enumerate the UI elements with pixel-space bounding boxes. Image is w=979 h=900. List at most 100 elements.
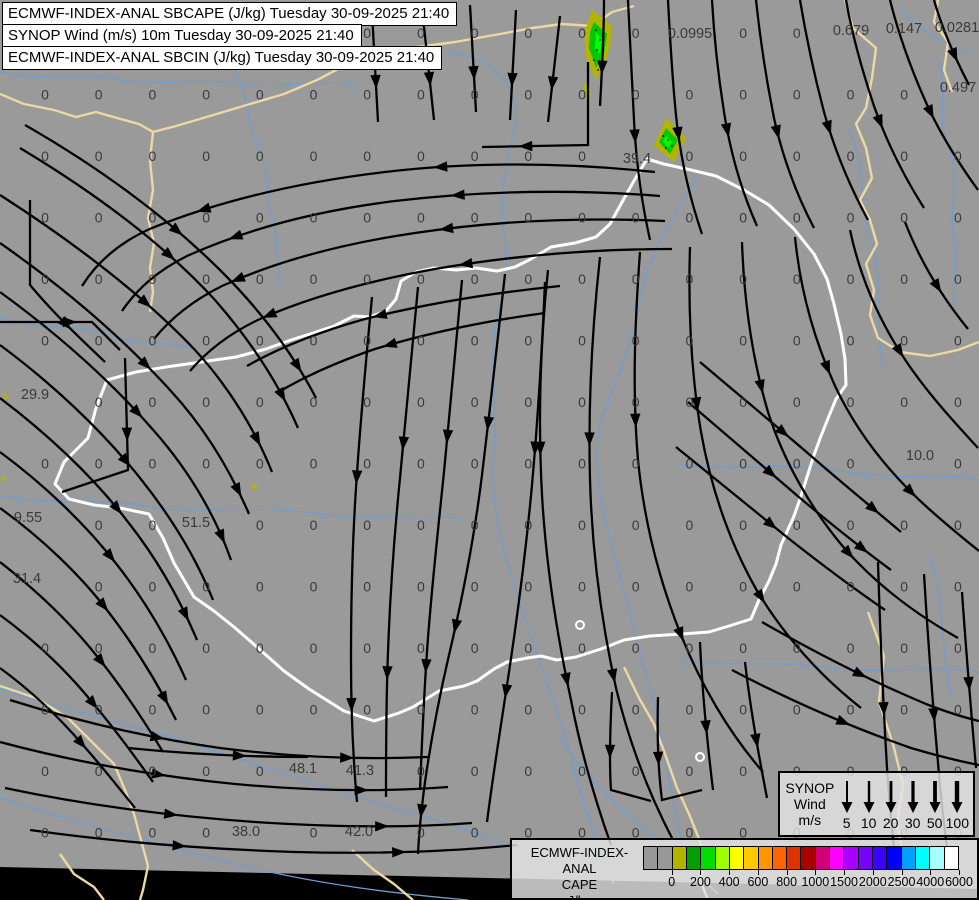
- grid-zero-value: 0: [686, 210, 694, 226]
- cape-color-cell: [815, 847, 831, 869]
- grid-zero-value: 0: [793, 702, 801, 718]
- grid-zero-value: 0: [471, 333, 479, 349]
- grid-zero-value: 0: [310, 148, 318, 164]
- grid-zero-value: 0: [149, 702, 157, 718]
- grid-zero-value: 0: [202, 333, 210, 349]
- grid-zero-value: 0: [363, 394, 371, 410]
- grid-zero-value: 0: [95, 517, 103, 533]
- grid-zero-value: 0: [524, 210, 532, 226]
- grid-zero-value: 0: [363, 702, 371, 718]
- cape-color-cell: [658, 847, 673, 869]
- wind-arrow-icon: [885, 780, 897, 813]
- cape-tick-value: 4000: [916, 875, 945, 889]
- grid-zero-value: 0: [363, 579, 371, 595]
- grid-zero-value: 0: [793, 333, 801, 349]
- grid-index-value: 38.0: [232, 824, 260, 840]
- cape-color-cell: [701, 847, 716, 869]
- grid-zero-value: 0: [149, 148, 157, 164]
- synop-scale-item: 100: [946, 778, 969, 831]
- grid-zero-value: 0: [632, 763, 640, 779]
- grid-zero-value: 0: [95, 763, 103, 779]
- cape-color-cell: [858, 847, 873, 869]
- grid-zero-value: 0: [41, 456, 49, 472]
- grid-zero-value: 0: [363, 271, 371, 287]
- grid-zero-value: 0: [954, 333, 962, 349]
- grid-zero-value: 0: [41, 87, 49, 103]
- wind-arrow-icon: [841, 780, 853, 813]
- grid-zero-value: 0: [900, 579, 908, 595]
- grid-index-value: 0.497: [940, 80, 976, 96]
- grid-zero-value: 0: [310, 825, 318, 841]
- synop-legend-title-line2: Wind: [793, 796, 826, 812]
- grid-zero-value: 0: [202, 148, 210, 164]
- grid-zero-value: 0: [578, 25, 586, 41]
- grid-zero-value: 0: [256, 456, 264, 472]
- grid-zero-value: 0: [202, 640, 210, 656]
- grid-zero-value: 0: [686, 517, 694, 533]
- grid-zero-value: 0: [578, 210, 586, 226]
- cape-tick-value: 1000: [801, 875, 830, 889]
- grid-zero-value: 0: [95, 825, 103, 841]
- cape-color-cell: [901, 847, 916, 869]
- grid-zero-value: 0: [149, 825, 157, 841]
- grid-zero-value: 0: [417, 148, 425, 164]
- cape-color-cell: [729, 847, 745, 869]
- grid-zero-value: 0: [578, 702, 586, 718]
- grid-zero-value: 0: [41, 271, 49, 287]
- grid-zero-value: 0: [41, 825, 49, 841]
- grid-zero-value: 0: [578, 517, 586, 533]
- cape-colorbar: 0 200 400 600 800 1000 1500 2000 2500 4000 6000: [643, 846, 973, 896]
- grid-zero-value: 0: [310, 702, 318, 718]
- grid-zero-value: 0: [149, 394, 157, 410]
- grid-zero-value: 0: [632, 517, 640, 533]
- grid-zero-value: 0: [739, 25, 747, 41]
- grid-zero-value: 0: [149, 87, 157, 103]
- grid-zero-value: 0: [417, 25, 425, 41]
- grid-index-value: 0.0281: [935, 20, 979, 36]
- cape-tick-value: 2000: [858, 875, 887, 889]
- title-sbcin-label: ECMWF-INDEX-ANAL SBCIN (J/kg) Tuesday 30…: [2, 46, 443, 70]
- grid-zero-value: 0: [686, 456, 694, 472]
- grid-zero-value: 0: [256, 394, 264, 410]
- grid-zero-value: 0: [900, 333, 908, 349]
- grid-zero-value: 0: [256, 702, 264, 718]
- grid-zero-value: 0: [202, 579, 210, 595]
- grid-zero-value: 0: [900, 394, 908, 410]
- grid-zero-value: 0: [739, 640, 747, 656]
- grid-zero-value: 0: [578, 579, 586, 595]
- cape-color-cell: [944, 847, 958, 869]
- grid-zero-value: 0: [363, 456, 371, 472]
- grid-zero-value: 0: [739, 148, 747, 164]
- grid-zero-value: 0: [632, 333, 640, 349]
- grid-zero-value: 0: [847, 210, 855, 226]
- wind-arrow-icon: [929, 780, 941, 813]
- wind-speed-value: 50: [926, 814, 943, 831]
- grid-zero-value: 0: [686, 640, 694, 656]
- grid-zero-value: 0: [417, 825, 425, 841]
- grid-zero-value: 0: [363, 148, 371, 164]
- grid-zero-value: 0: [900, 210, 908, 226]
- cape-color-cell: [644, 847, 659, 869]
- grid-zero-value: 0: [310, 517, 318, 533]
- grid-zero-value: 0: [578, 394, 586, 410]
- grid-zero-value: 0: [363, 517, 371, 533]
- wind-speed-value: 20: [882, 814, 899, 831]
- grid-zero-value: 0: [793, 25, 801, 41]
- grid-zero-value: 0: [202, 210, 210, 226]
- grid-zero-value: 0: [471, 394, 479, 410]
- grid-zero-value: 0: [202, 763, 210, 779]
- grid-zero-value: 0: [793, 456, 801, 472]
- grid-zero-value: 0: [847, 87, 855, 103]
- cape-color-cell: [915, 847, 931, 869]
- grid-zero-value: 0: [417, 210, 425, 226]
- grid-zero-value: 0: [363, 210, 371, 226]
- cape-color-cell: [844, 847, 859, 869]
- grid-zero-value: 0: [363, 25, 371, 41]
- grid-zero-value: 0: [686, 394, 694, 410]
- grid-zero-value: 0: [578, 333, 586, 349]
- grid-zero-value: 0: [41, 148, 49, 164]
- wind-arrow-icon: [907, 780, 919, 813]
- grid-zero-value: 0: [686, 271, 694, 287]
- grid-zero-value: 0: [793, 640, 801, 656]
- grid-zero-value: 0: [149, 456, 157, 472]
